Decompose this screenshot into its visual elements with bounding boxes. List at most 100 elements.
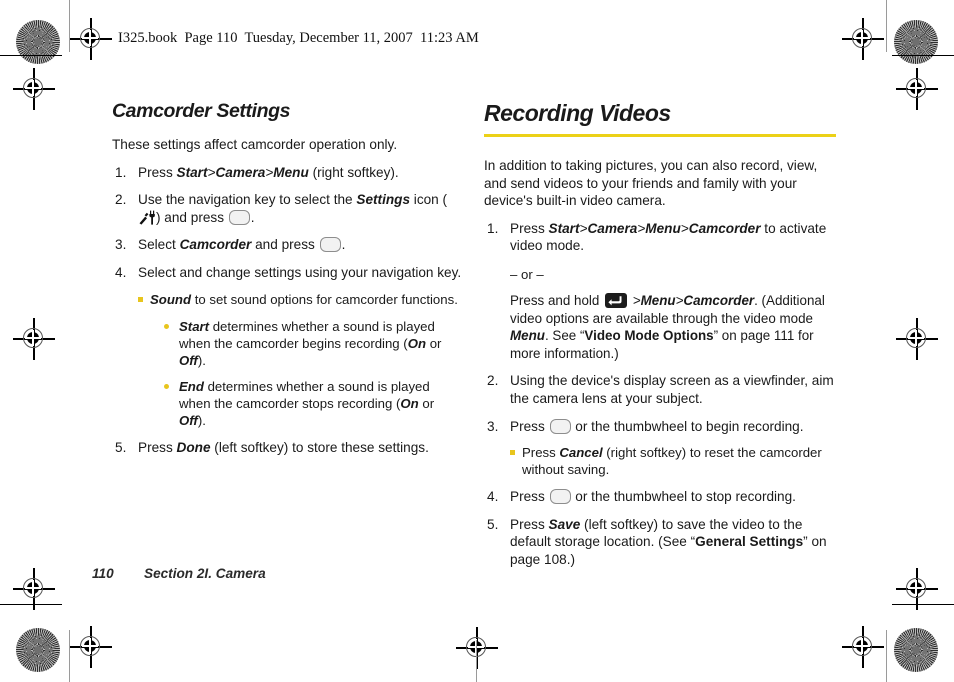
text-run: Camcorder: [688, 220, 761, 236]
text-run: Camcorder: [179, 237, 252, 253]
list-item: Using the device's display screen as a v…: [484, 372, 836, 407]
step-text: Select Camcorder and press .: [138, 237, 346, 253]
registration-starburst-top-left: [16, 20, 60, 64]
registration-cross-upper-right: [896, 68, 938, 110]
registration-cross-bottom-inner-right: [842, 626, 884, 668]
registration-cross-top-inner-right: [842, 18, 884, 60]
sub-list-item: Press Cancel (right softkey) to reset th…: [510, 444, 836, 478]
text-run: Start: [176, 164, 208, 180]
list-item: Select Camcorder and press .: [112, 236, 464, 254]
step-text: Using the device's display screen as a v…: [510, 373, 834, 406]
list-item: Press Save (left softkey) to save the vi…: [484, 516, 836, 569]
text-run: Use the navigation key to select the: [138, 192, 357, 208]
trim-line-bottom-center-vertical: [476, 640, 478, 682]
camcorder-settings-steps: Press Start>Camera>Menu (right softkey).…: [112, 164, 464, 457]
text-run: Settings: [356, 192, 411, 208]
text-run: or: [426, 335, 442, 351]
registration-cross-upper-left: [13, 68, 55, 110]
sub-bullet-list: Sound to set sound options for camcorder…: [138, 291, 464, 429]
text-run: Press: [138, 439, 177, 455]
text-run: Save: [548, 516, 581, 532]
alternative-separator: – or –: [510, 266, 544, 282]
text-run: . See “: [544, 328, 585, 344]
registration-cross-bottom-inner-left: [70, 626, 112, 668]
alternative-step-text: Press and hold >Menu>Camcorder. (Additio…: [510, 292, 836, 362]
nested-list-item: Start determines whether a sound is play…: [164, 318, 464, 369]
left-column: Camcorder Settings These settings affect…: [112, 100, 464, 456]
text-run: Press: [138, 164, 177, 180]
text-run: Menu: [273, 164, 309, 180]
text-run: Press: [510, 489, 549, 505]
text-run: (right softkey).: [308, 164, 399, 180]
trim-line-top-left-horizontal: [0, 55, 62, 57]
trim-line-bottom-left-horizontal: [0, 604, 62, 606]
sub-bullet-text: Sound to set sound options for camcorder…: [150, 292, 458, 307]
text-run: ).: [197, 412, 206, 428]
text-run: Press: [510, 220, 549, 236]
trim-line-top-right-vertical: [886, 0, 888, 52]
text-run: determines whether a sound is played whe…: [179, 378, 430, 411]
text-run: to set sound options for camcorder funct…: [191, 291, 458, 307]
sub-list-item: Sound to set sound options for camcorder…: [138, 291, 464, 429]
list-item: Press or the thumbwheel to begin recordi…: [484, 418, 836, 479]
registration-starburst-bottom-left: [16, 628, 60, 672]
list-item: Press or the thumbwheel to stop recordin…: [484, 488, 836, 506]
step-text: Press Start>Camera>Menu>Camcorder to act…: [510, 221, 826, 254]
text-run: Off: [179, 412, 198, 428]
text-run: Sound: [150, 291, 192, 307]
text-run: Video Mode Options: [584, 328, 714, 344]
text-run: .: [250, 209, 255, 225]
step-text: Press Start>Camera>Menu (right softkey).: [138, 165, 399, 180]
registration-starburst-bottom-right: [894, 628, 938, 672]
text-run: On: [407, 335, 427, 351]
list-item: Select and change settings using your na…: [112, 264, 464, 429]
left-column-intro: These settings affect camcorder operatio…: [112, 137, 398, 152]
text-run: ) and press: [156, 209, 228, 225]
back-key-icon: [605, 292, 628, 308]
select-key-icon: [228, 209, 250, 225]
step-text: Use the navigation key to select the Set…: [138, 192, 447, 225]
sub-bullet-text: Press Cancel (right softkey) to reset th…: [522, 445, 822, 477]
text-run: >: [629, 292, 641, 308]
text-run: or the thumbwheel to begin recording.: [571, 418, 804, 434]
registration-cross-middle-right: [896, 318, 938, 360]
settings-tools-icon: [138, 210, 156, 225]
footer-section-label: Section 2I. Camera: [144, 566, 266, 581]
select-key-icon: [549, 418, 571, 434]
left-column-heading: Camcorder Settings: [112, 100, 291, 122]
text-run: and press: [251, 237, 319, 253]
text-run: Off: [179, 352, 198, 368]
trim-line-bottom-right-horizontal: [892, 604, 954, 606]
text-run: Start: [548, 220, 580, 236]
registration-cross-top-inner-left: [70, 18, 112, 60]
text-run: .: [341, 237, 346, 253]
list-item: Press Start>Camera>Menu (right softkey).: [112, 164, 464, 182]
registration-cross-middle-left: [13, 318, 55, 360]
right-column: Recording Videos In addition to taking p…: [484, 100, 836, 569]
trim-line-top-right-horizontal: [892, 55, 954, 57]
step-text: Press or the thumbwheel to stop recordin…: [510, 489, 796, 505]
text-run: Menu: [645, 220, 681, 236]
text-run: Press and hold: [510, 292, 604, 308]
text-run: Press: [522, 445, 560, 461]
text-run: Press: [510, 516, 549, 532]
text-run: Start: [179, 318, 210, 334]
text-run: General Settings: [695, 534, 804, 550]
step-text: Press Save (left softkey) to save the vi…: [510, 517, 827, 567]
text-run: On: [400, 395, 419, 411]
heading-accent-rule: [484, 134, 836, 137]
text-run: Menu: [640, 292, 676, 308]
file-header-line: I325.book Page 110 Tuesday, December 11,…: [118, 30, 479, 46]
text-run: Select: [138, 237, 180, 253]
nested-list-item: End determines whether a sound is played…: [164, 378, 464, 429]
right-column-heading: Recording Videos: [484, 100, 671, 126]
footer-page-number: 110: [92, 566, 114, 581]
text-run: (left softkey) to store these settings.: [210, 439, 429, 455]
text-run: End: [179, 378, 204, 394]
page-footer: 110 Section 2I. Camera: [92, 566, 266, 581]
text-run: Cancel: [559, 445, 603, 461]
text-run: Select and change settings using your na…: [138, 264, 462, 280]
sub-bullet-list: Press Cancel (right softkey) to reset th…: [510, 444, 836, 478]
registration-starburst-top-right: [894, 20, 938, 64]
text-run: determines whether a sound is played whe…: [179, 318, 435, 351]
